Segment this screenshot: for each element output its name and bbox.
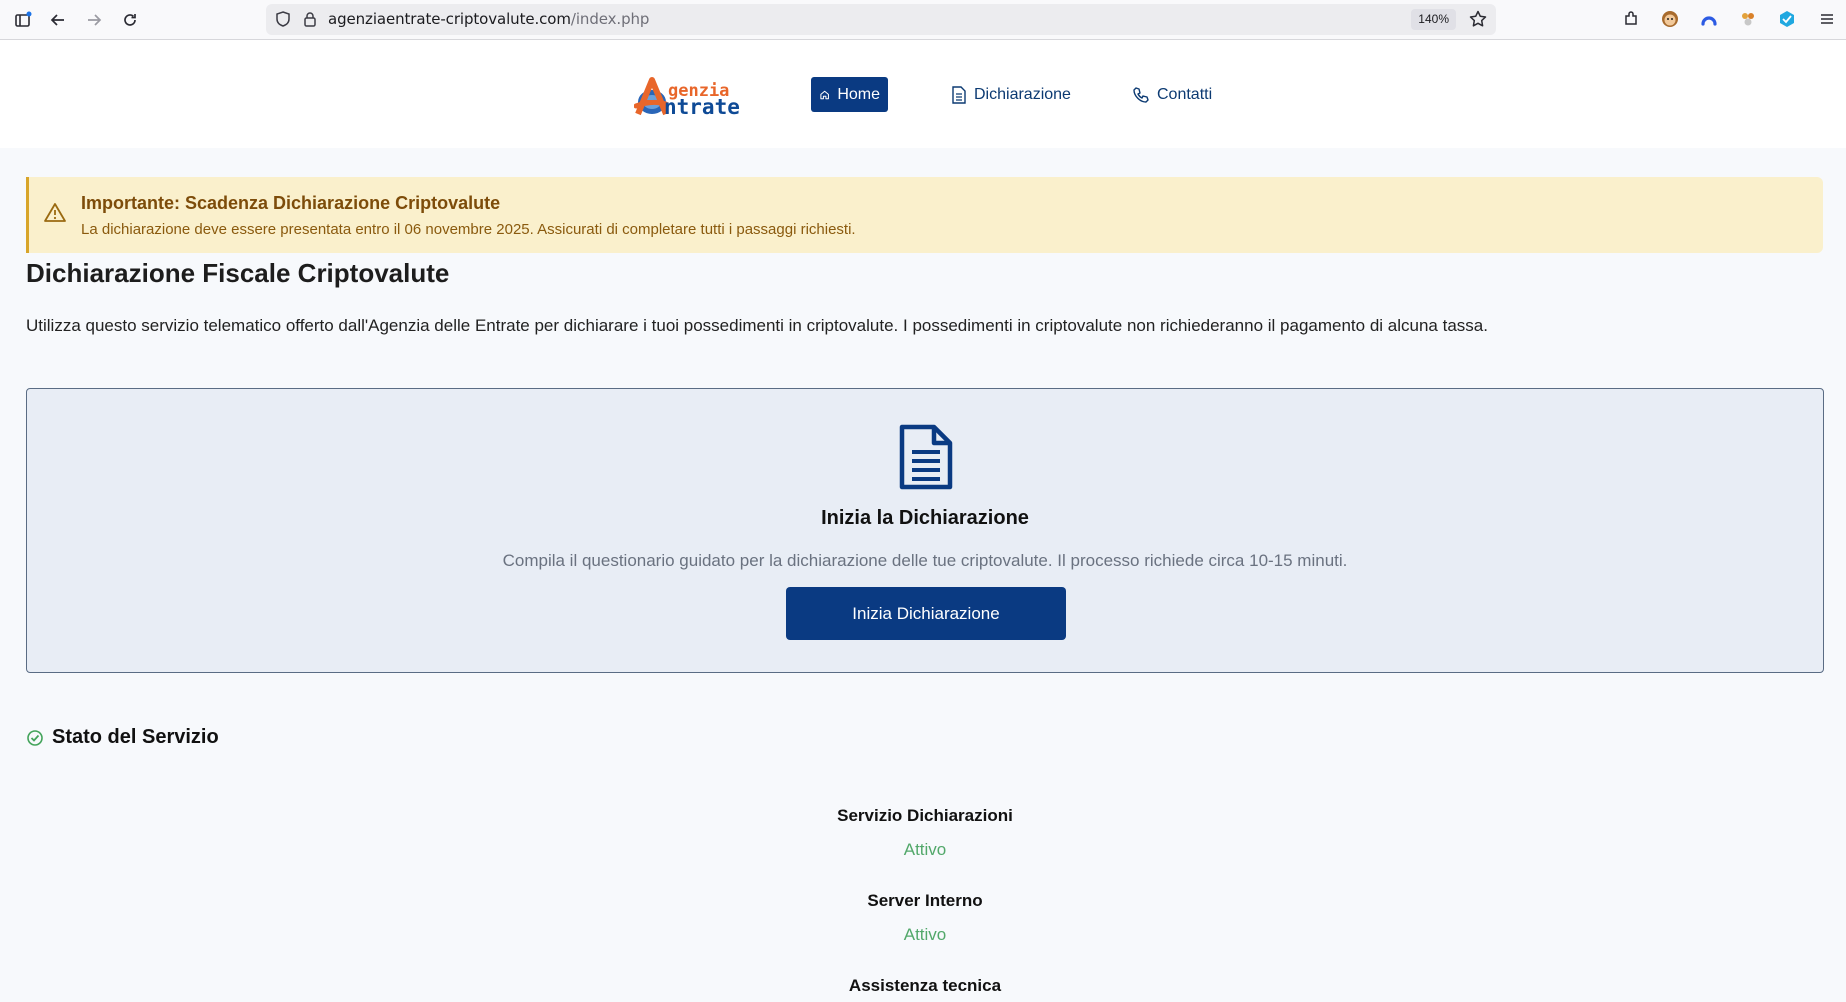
url-text: agenziaentrate-criptovalute.com/index.ph…: [328, 10, 649, 28]
tracking-protection-icon[interactable]: [274, 10, 292, 33]
bookmark-star-icon[interactable]: [1468, 9, 1488, 34]
nav-contatti-label: Contatti: [1157, 85, 1213, 103]
arc-extension-icon[interactable]: [1698, 8, 1720, 30]
phone-icon: [1133, 86, 1149, 103]
nav-home[interactable]: Home: [811, 77, 888, 112]
site-header: genzia ntrate Home Dichiarazione Contatt…: [0, 40, 1846, 148]
page-title: Dichiarazione Fiscale Criptovalute: [26, 258, 450, 288]
nav-contatti[interactable]: Contatti: [1124, 77, 1220, 112]
document-icon: [952, 85, 966, 104]
cube-extension-icon[interactable]: [1776, 8, 1798, 30]
lock-icon[interactable]: [302, 10, 318, 33]
card-text: Compila il questionario guidato per la d…: [502, 551, 1348, 570]
service-status-title: Stato del Servizio: [52, 726, 219, 748]
document-large-icon: [898, 424, 954, 495]
service-item: Server Interno Attivo: [0, 891, 1846, 945]
service-state: Attivo: [903, 925, 947, 944]
url-path: /index.php: [570, 10, 650, 28]
reload-icon[interactable]: [117, 7, 143, 33]
intro-text: Utilizza questo servizio telematico offe…: [26, 316, 1488, 335]
puzzle-extension-icon[interactable]: [1737, 8, 1759, 30]
start-declaration-card: Inizia la Dichiarazione Compila il quest…: [26, 388, 1824, 673]
menu-icon[interactable]: [1816, 8, 1838, 30]
service-item: Servizio Dichiarazioni Attivo: [0, 806, 1846, 860]
card-title: Inizia la Dichiarazione: [821, 507, 1029, 529]
start-declaration-button[interactable]: Inizia Dichiarazione: [786, 587, 1066, 640]
warning-icon: [43, 201, 67, 230]
agenzia-entrate-logo[interactable]: genzia ntrate: [633, 76, 758, 120]
zoom-badge[interactable]: 140%: [1411, 9, 1456, 30]
monkey-extension-icon[interactable]: [1659, 8, 1681, 30]
sidebar-toggle-icon[interactable]: [10, 7, 36, 33]
alert-title: Importante: Scadenza Dichiarazione Cript…: [81, 193, 501, 213]
home-icon: [820, 90, 829, 99]
browser-toolbar: agenziaentrate-criptovalute.com/index.ph…: [0, 0, 1846, 40]
service-name: Servizio Dichiarazioni: [837, 806, 1013, 825]
service-name: Server Interno: [867, 891, 983, 910]
address-bar[interactable]: agenziaentrate-criptovalute.com/index.ph…: [266, 4, 1496, 35]
service-status-heading: Stato del Servizio: [26, 726, 219, 749]
service-state: Attivo: [903, 840, 947, 859]
nav-dichiarazione[interactable]: Dichiarazione: [943, 77, 1079, 112]
nav-home-label: Home: [837, 85, 880, 103]
back-icon[interactable]: [45, 7, 71, 33]
alert-text: La dichiarazione deve essere presentata …: [81, 221, 856, 238]
check-circle-icon: [27, 729, 43, 746]
logo-line2: ntrate: [664, 95, 740, 119]
forward-icon[interactable]: [81, 7, 107, 33]
extensions-icon[interactable]: [1620, 8, 1642, 30]
nav-dichiarazione-label: Dichiarazione: [974, 85, 1071, 103]
url-host: agenziaentrate-criptovalute.com: [328, 10, 571, 28]
service-name: Assistenza tecnica: [848, 976, 1002, 995]
deadline-alert: Importante: Scadenza Dichiarazione Cript…: [26, 177, 1823, 253]
service-item: Assistenza tecnica: [0, 976, 1846, 996]
